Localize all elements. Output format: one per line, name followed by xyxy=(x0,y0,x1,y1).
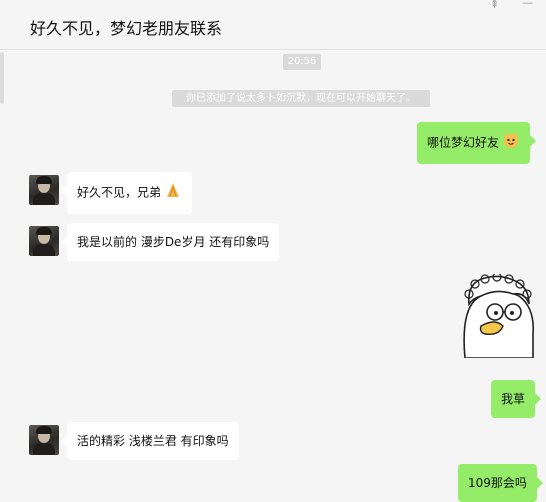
duck-sticker[interactable] xyxy=(455,272,539,359)
message-bubble-outgoing[interactable]: 109那会吗 xyxy=(458,464,543,502)
minimize-icon[interactable]: — xyxy=(522,0,533,8)
message-text: 我草 xyxy=(501,392,526,406)
avatar[interactable] xyxy=(29,175,59,205)
message-bubble-incoming[interactable]: 活的精彩 浅楼兰君 有印象吗 xyxy=(61,422,239,460)
message-text: 哪位梦幻好友 xyxy=(427,135,500,150)
pin-icon[interactable]: ⇞ xyxy=(490,0,499,10)
chat-title: 好久不见，梦幻老朋友联系 xyxy=(30,19,223,38)
system-notice: 你已添加了说太多卜如沉默，现在可以开始聊天了。 xyxy=(172,90,430,107)
chat-area: 20:56 你已添加了说太多卜如沉默，现在可以开始聊天了。 哪位梦幻好友 好久不… xyxy=(0,50,546,502)
message-text: 好久不见，兄弟 xyxy=(77,185,162,200)
message-bubble-incoming[interactable]: 我是以前的 漫步De岁月 还有印象吗 xyxy=(60,223,280,261)
pinched-fingers-icon xyxy=(164,181,182,205)
message-text: 我是以前的 漫步De岁月 还有印象吗 xyxy=(77,235,270,249)
cat-face-icon xyxy=(502,131,520,155)
title-bar: 好久不见，梦幻老朋友联系 ⇞ — xyxy=(0,0,546,50)
message-bubble-incoming[interactable]: 好久不见，兄弟 xyxy=(60,172,193,214)
message-text: 109那会吗 xyxy=(468,476,527,490)
message-bubble-outgoing[interactable]: 我草 xyxy=(491,380,542,418)
avatar[interactable] xyxy=(29,425,59,455)
message-bubble-outgoing[interactable]: 哪位梦幻好友 xyxy=(417,122,537,164)
timestamp: 20:56 xyxy=(283,54,321,70)
message-text: 活的精彩 浅楼兰君 有印象吗 xyxy=(77,434,229,448)
avatar[interactable] xyxy=(29,226,59,256)
